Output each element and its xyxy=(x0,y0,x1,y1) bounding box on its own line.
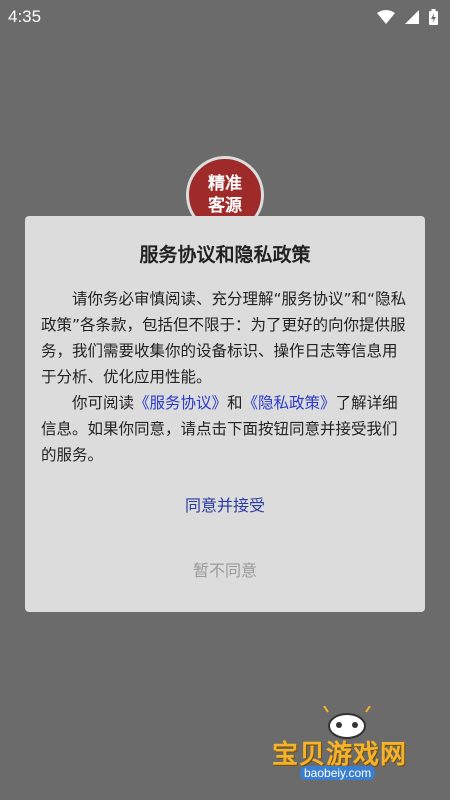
status-bar: 4:35 xyxy=(0,0,450,34)
privacy-policy-link[interactable]: 《隐私政策》 xyxy=(243,394,336,412)
dialog-body: 请你务必审慎阅读、充分理解“服务协议”和“隐私政策”各条款，包括但不限于：为了更… xyxy=(41,286,411,468)
status-time: 4:35 xyxy=(8,7,42,26)
watermark: 宝贝游戏网 baobeiy.com xyxy=(272,705,432,786)
dialog-paragraph-2: 你可阅读《服务协议》和《隐私政策》了解详细信息。如果你同意，请点击下面按钮同意并… xyxy=(41,390,411,468)
para2-and: 和 xyxy=(227,394,243,412)
status-icons xyxy=(377,9,438,25)
dialog-paragraph-1: 请你务必审慎阅读、充分理解“服务协议”和“隐私政策”各条款，包括但不限于：为了更… xyxy=(41,290,407,386)
para2-prefix: 你可阅读 xyxy=(72,394,135,412)
agree-button[interactable]: 同意并接受 xyxy=(25,486,425,526)
battery-charging-icon xyxy=(429,9,438,25)
disagree-button[interactable]: 暂不同意 xyxy=(25,551,425,591)
logo-line2: 客源 xyxy=(208,196,242,216)
logo-line1: 精准 xyxy=(208,174,242,194)
dialog-title: 服务协议和隐私政策 xyxy=(139,244,311,266)
watermark-url: baobeiy.com xyxy=(300,766,376,780)
service-agreement-link[interactable]: 《服务协议》 xyxy=(134,394,227,412)
signal-icon xyxy=(405,10,419,24)
wifi-icon xyxy=(377,10,395,24)
privacy-dialog: 服务协议和隐私政策 请你务必审慎阅读、充分理解“服务协议”和“隐私政策”各条款，… xyxy=(25,216,425,612)
